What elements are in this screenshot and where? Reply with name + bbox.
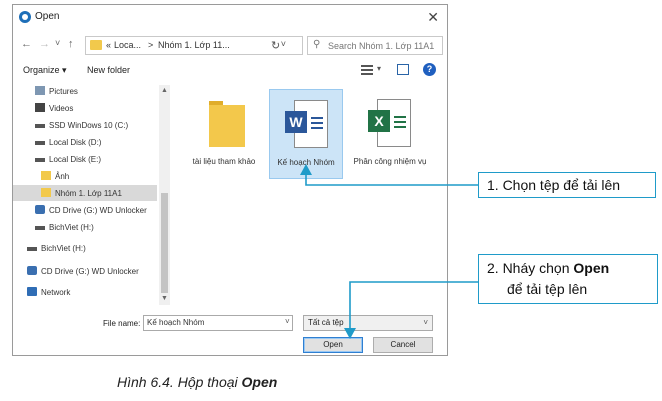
file-name-input[interactable]: Kế hoạch Nhóm <box>143 315 293 331</box>
sidebar-item-drive-c[interactable]: SSD WinDows 10 (C:) <box>13 117 157 133</box>
dialog-title: Open <box>35 11 60 22</box>
drive-icon <box>35 124 45 128</box>
help-icon[interactable]: ? <box>423 63 436 76</box>
sidebar-item-label: Ảnh <box>55 172 70 181</box>
cd-drive-icon <box>27 266 37 275</box>
search-icon: ⚲ <box>313 39 321 50</box>
up-arrow-icon[interactable]: ↑ <box>68 38 74 50</box>
callout-step-2-line2: để tải tệp lên <box>507 281 588 297</box>
navigation-bar: ← → ˅ ↑ « Loca... > Nhóm 1. Lớp 11... ˅ … <box>13 33 447 59</box>
search-input[interactable]: ⚲ Search Nhóm 1. Lớp 11A1 <box>307 36 443 55</box>
drive-icon <box>27 247 37 251</box>
address-segment-location[interactable]: Loca... <box>114 40 141 50</box>
sidebar-item-label: Nhóm 1. Lớp 11A1 <box>55 189 122 198</box>
scroll-up-icon[interactable]: ▲ <box>161 87 168 94</box>
sidebar-item-label: BichViet (H:) <box>41 244 86 253</box>
callout-step-1: 1. Chọn tệp để tải lên <box>478 172 656 198</box>
caption-bold: Open <box>241 374 278 390</box>
word-document-icon: W <box>285 100 328 148</box>
file-item-word[interactable]: W Kế hoạch Nhóm <box>269 89 343 179</box>
network-icon <box>27 287 37 296</box>
sidebar-item-label: Local Disk (D:) <box>49 138 102 147</box>
sidebar-scrollbar[interactable]: ▲ ▼ <box>159 85 170 305</box>
file-name-dropdown-icon[interactable]: ˅ <box>285 317 290 326</box>
callout-step-2-prefix: 2. Nháy chọn <box>487 260 574 276</box>
file-name-bar: File name: Kế hoạch Nhóm ˅ Tất cả tệp ˅ … <box>13 307 447 355</box>
drive-icon <box>35 141 45 145</box>
refresh-icon[interactable]: ↻ <box>271 39 280 52</box>
close-button[interactable]: ✕ <box>427 9 439 26</box>
cd-drive-icon <box>35 205 45 214</box>
sidebar-item-drive-d[interactable]: Local Disk (D:) <box>13 134 157 150</box>
sidebar-item-bichviet-root[interactable]: BichViet (H:) <box>13 240 157 256</box>
sidebar-item-cd-drive[interactable]: CD Drive (G:) WD Unlocker <box>13 202 157 218</box>
sidebar-item-label: BichViet (H:) <box>49 223 94 232</box>
file-item-folder[interactable]: tài liệu tham khảo <box>187 89 261 179</box>
file-name: tài liệu tham khảo <box>192 157 256 166</box>
file-type-dropdown-icon: ˅ <box>423 318 428 327</box>
sidebar-item-pictures[interactable]: Pictures <box>13 83 157 99</box>
folder-icon <box>90 40 102 50</box>
sidebar-item-anh[interactable]: Ảnh <box>13 168 157 184</box>
file-name: Phân công nhiệm vụ <box>353 157 427 166</box>
search-placeholder: Search Nhóm 1. Lớp 11A1 <box>328 41 435 51</box>
title-bar: Open ✕ <box>13 5 447 31</box>
address-overflow[interactable]: « <box>106 40 111 50</box>
excel-document-icon: X <box>368 99 411 147</box>
excel-badge: X <box>368 110 390 132</box>
address-segment-folder[interactable]: Nhóm 1. Lớp 11... <box>158 40 230 50</box>
drive-icon <box>35 226 45 230</box>
cancel-button[interactable]: Cancel <box>373 337 433 353</box>
sidebar-item-videos[interactable]: Videos <box>13 100 157 116</box>
sidebar-item-label: Videos <box>49 104 74 113</box>
file-type-value: Tất cả tệp <box>308 318 344 327</box>
open-dialog: Open ✕ ← → ˅ ↑ « Loca... > Nhóm 1. Lớp 1… <box>12 4 448 356</box>
forward-arrow-icon[interactable]: → <box>39 38 50 50</box>
scroll-down-icon[interactable]: ▼ <box>161 295 168 302</box>
back-arrow-icon[interactable]: ← <box>21 38 32 50</box>
address-separator: > <box>148 40 154 50</box>
callout-step-1-text: 1. Chọn tệp để tải lên <box>487 177 621 193</box>
folder-icon <box>209 101 245 147</box>
file-type-select[interactable]: Tất cả tệp ˅ <box>303 315 433 331</box>
toolbar: Organize ▾ New folder ▾ ? <box>13 61 447 81</box>
sidebar-item-label: CD Drive (G:) WD Unlocker <box>49 206 147 215</box>
videos-icon <box>35 103 45 112</box>
figure-caption: Hình 6.4. Hộp thoại Open <box>117 374 277 390</box>
app-icon <box>19 11 31 23</box>
file-name: Kế hoạch Nhóm <box>277 158 335 167</box>
drive-icon <box>35 158 45 162</box>
recent-locations-chevron-icon[interactable]: ˅ <box>55 38 60 48</box>
folder-icon <box>41 188 51 197</box>
organize-menu[interactable]: Organize ▾ <box>23 65 67 76</box>
file-list: tài liệu tham khảo W Kế hoạch Nhóm X Phâ… <box>173 83 443 305</box>
sidebar-item-nhom1[interactable]: Nhóm 1. Lớp 11A1 <box>13 185 157 201</box>
sidebar-item-network[interactable]: Network <box>13 284 157 300</box>
sidebar-item-bichviet[interactable]: BichViet (H:) <box>13 219 157 235</box>
preview-pane-icon[interactable] <box>397 64 409 75</box>
word-badge: W <box>285 111 307 133</box>
file-name-label: File name: <box>103 319 141 328</box>
scrollbar-thumb[interactable] <box>161 193 168 293</box>
callout-step-2-line1: 2. Nháy chọn Open <box>487 260 609 276</box>
sidebar-item-cd-drive-root[interactable]: CD Drive (G:) WD Unlocker <box>13 263 157 279</box>
sidebar-item-label: Pictures <box>49 87 78 96</box>
navigation-pane: Pictures Videos SSD WinDows 10 (C:) Loca… <box>13 83 171 305</box>
sidebar-item-label: SSD WinDows 10 (C:) <box>49 121 129 130</box>
callout-step-2: 2. Nháy chọn Open để tải tệp lên <box>478 254 658 304</box>
sidebar-item-label: Network <box>41 288 71 297</box>
folder-icon <box>41 171 51 180</box>
caption-prefix: Hình 6.4. Hộp thoại <box>117 374 242 390</box>
address-dropdown-icon[interactable]: ˅ <box>281 39 286 49</box>
view-options-icon[interactable] <box>361 65 373 75</box>
file-item-excel[interactable]: X Phân công nhiệm vụ <box>353 89 427 179</box>
open-button[interactable]: Open <box>303 337 363 353</box>
view-dropdown-icon[interactable]: ▾ <box>377 64 381 73</box>
callout-step-2-bold: Open <box>573 260 610 276</box>
new-folder-button[interactable]: New folder <box>87 65 130 75</box>
sidebar-item-drive-e[interactable]: Local Disk (E:) <box>13 151 157 167</box>
sidebar-item-label: Local Disk (E:) <box>49 155 102 164</box>
sidebar-item-label: CD Drive (G:) WD Unlocker <box>41 267 139 276</box>
pictures-icon <box>35 86 45 95</box>
